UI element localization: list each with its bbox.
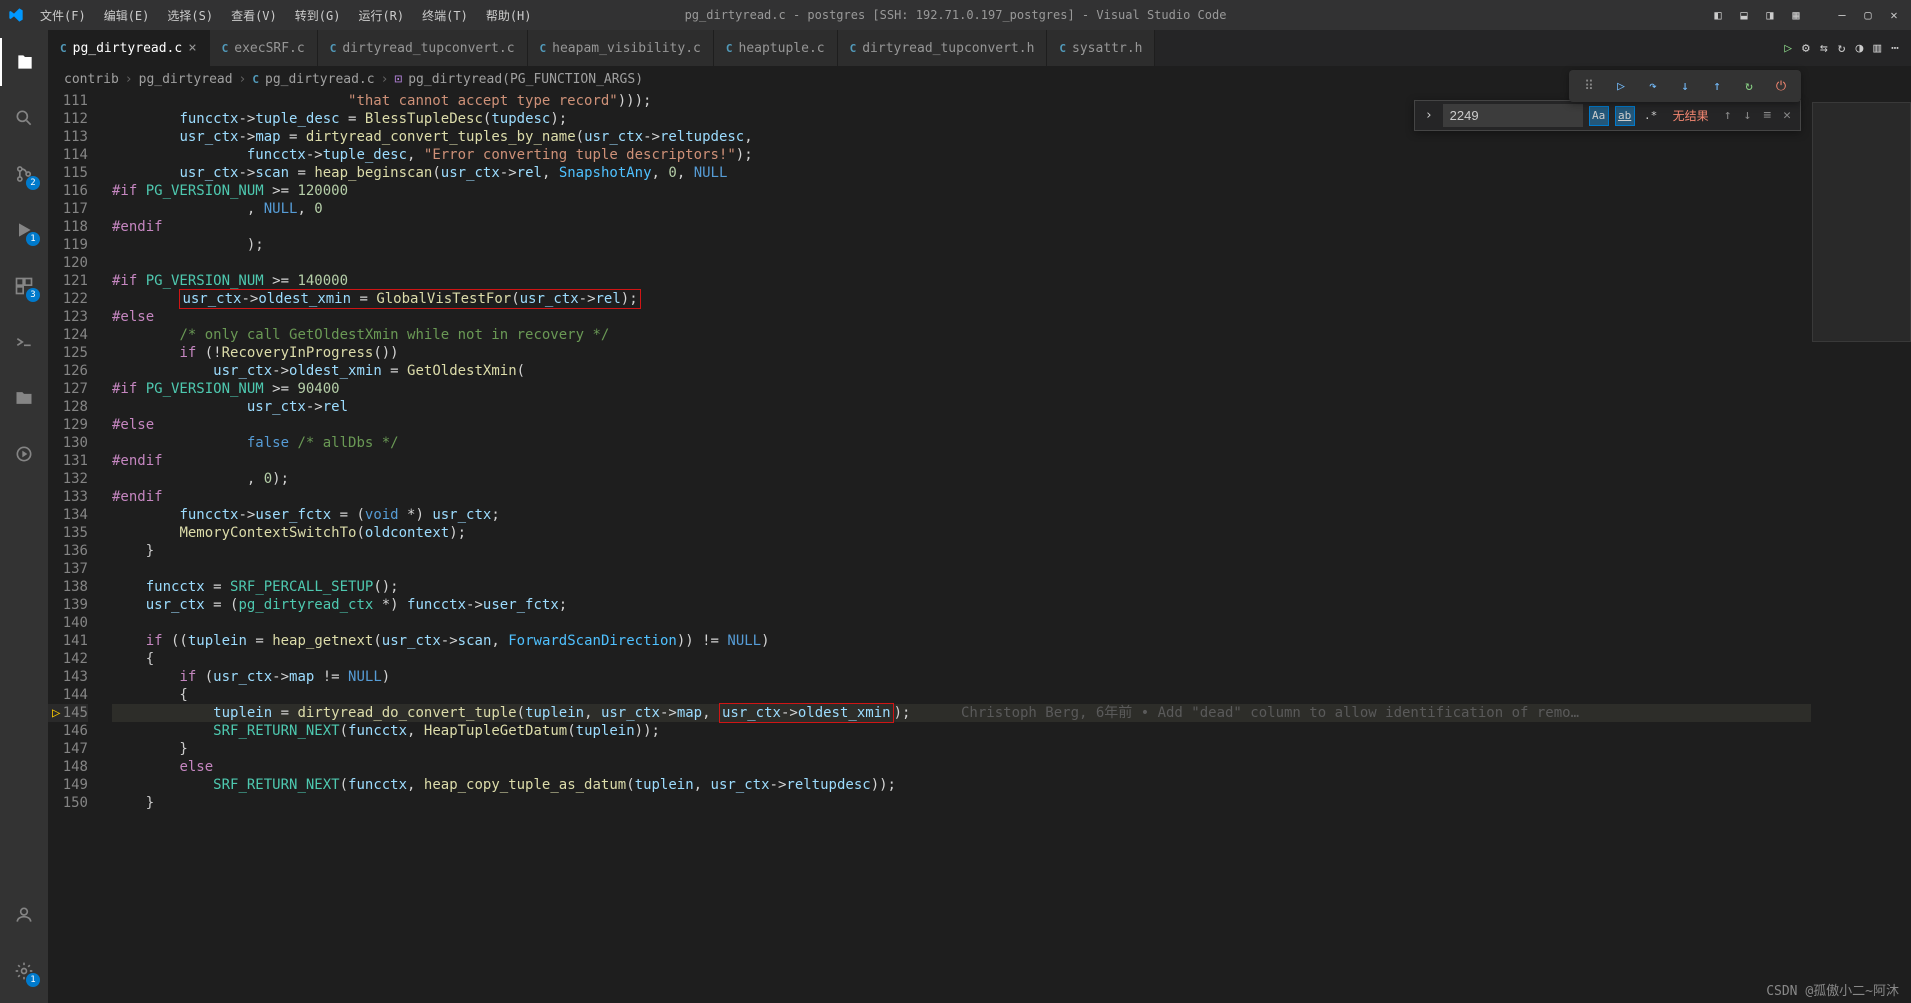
c-file-icon: C bbox=[540, 42, 547, 55]
breadcrumb-symbol[interactable]: pg_dirtyread(PG_FUNCTION_ARGS) bbox=[408, 72, 643, 87]
title-bar: 文件(F)编辑(E)选择(S)查看(V)转到(G)运行(R)终端(T)帮助(H)… bbox=[0, 0, 1911, 30]
editor-tab[interactable]: Cdirtyread_tupconvert.h bbox=[838, 30, 1048, 66]
c-file-icon: C bbox=[222, 42, 229, 55]
next-match-icon[interactable]: ↓ bbox=[1741, 108, 1755, 123]
step-over-icon[interactable]: ↷ bbox=[1641, 74, 1665, 98]
find-in-selection-icon[interactable]: ≡ bbox=[1760, 108, 1774, 123]
extensions-icon[interactable]: 3 bbox=[0, 262, 48, 310]
editor-tab[interactable]: Cpg_dirtyread.c × bbox=[48, 30, 210, 66]
more-actions-icon[interactable]: ⋯ bbox=[1891, 41, 1899, 56]
menu-bar: 文件(F)编辑(E)选择(S)查看(V)转到(G)运行(R)终端(T)帮助(H) bbox=[32, 3, 540, 28]
match-case-toggle[interactable]: Aa bbox=[1589, 106, 1609, 126]
step-into-icon[interactable]: ↓ bbox=[1673, 74, 1697, 98]
c-file-icon: C bbox=[726, 42, 733, 55]
panel-bottom-icon[interactable]: ⬓ bbox=[1735, 6, 1753, 24]
menu-item[interactable]: 帮助(H) bbox=[478, 3, 540, 28]
find-widget[interactable]: › Aa ab .* 无结果 ↑ ↓ ≡ ✕ bbox=[1414, 100, 1801, 131]
tab-label: dirtyread_tupconvert.c bbox=[342, 41, 514, 56]
editor-tab[interactable]: Cdirtyread_tupconvert.c bbox=[318, 30, 528, 66]
layout-controls: ◧ ⬓ ◨ ▦ — ▢ ✕ bbox=[1709, 6, 1903, 24]
watermark: CSDN @孤傲小二~阿沐 bbox=[1766, 980, 1899, 999]
panel-right-icon[interactable]: ◨ bbox=[1761, 6, 1779, 24]
breadcrumb-part[interactable]: contrib bbox=[64, 72, 119, 87]
c-file-icon: C bbox=[1059, 42, 1066, 55]
continue-icon[interactable]: ▷ bbox=[1609, 74, 1633, 98]
search-icon[interactable] bbox=[0, 94, 48, 142]
close-find-icon[interactable]: ✕ bbox=[1780, 108, 1794, 123]
tab-label: dirtyread_tupconvert.h bbox=[862, 41, 1034, 56]
c-file-icon: C bbox=[850, 42, 857, 55]
split-editor-icon[interactable]: ▥ bbox=[1873, 41, 1881, 56]
panel-left-icon[interactable]: ◧ bbox=[1709, 6, 1727, 24]
tab-label: heaptuple.c bbox=[739, 41, 825, 56]
c-file-icon: C bbox=[60, 42, 67, 55]
settings-gear-icon[interactable]: 1 bbox=[0, 947, 48, 995]
regex-toggle[interactable]: .* bbox=[1641, 106, 1661, 126]
settings-badge: 1 bbox=[26, 973, 40, 987]
ext-badge: 3 bbox=[26, 288, 40, 302]
menu-item[interactable]: 查看(V) bbox=[223, 3, 285, 28]
c-file-icon: C bbox=[252, 73, 259, 86]
prev-match-icon[interactable]: ↑ bbox=[1721, 108, 1735, 123]
c-file-icon: C bbox=[330, 42, 337, 55]
close-tab-icon[interactable]: × bbox=[188, 40, 196, 56]
testing-icon[interactable] bbox=[0, 430, 48, 478]
menu-item[interactable]: 文件(F) bbox=[32, 3, 94, 28]
accounts-icon[interactable] bbox=[0, 891, 48, 939]
maximize-button[interactable]: ▢ bbox=[1859, 6, 1877, 24]
chevron-right-icon: › bbox=[125, 72, 133, 87]
debug-badge: 1 bbox=[26, 232, 40, 246]
run-debug-icon[interactable]: 1 bbox=[0, 206, 48, 254]
activity-bar: 2 1 3 1 bbox=[0, 30, 48, 1003]
menu-item[interactable]: 选择(S) bbox=[159, 3, 221, 28]
tab-label: heapam_visibility.c bbox=[552, 41, 701, 56]
run-start-icon[interactable]: ▷ bbox=[1784, 41, 1792, 56]
line-number-gutter[interactable]: 1111121131141151161171181191201211221231… bbox=[48, 92, 104, 1003]
editor-tab[interactable]: Cheaptuple.c bbox=[714, 30, 838, 66]
menu-item[interactable]: 运行(R) bbox=[350, 3, 412, 28]
vscode-logo-icon bbox=[8, 7, 24, 23]
step-out-icon[interactable]: ↑ bbox=[1705, 74, 1729, 98]
editor-tab[interactable]: Cheapam_visibility.c bbox=[528, 30, 714, 66]
source-control-icon[interactable]: 2 bbox=[0, 150, 48, 198]
minimap[interactable] bbox=[1811, 92, 1911, 1003]
tab-label: pg_dirtyread.c bbox=[73, 41, 183, 56]
disconnect-icon[interactable]: ⏻ bbox=[1769, 74, 1793, 98]
editor-tab[interactable]: CexecSRF.c bbox=[210, 30, 318, 66]
tab-label: sysattr.h bbox=[1072, 41, 1142, 56]
chevron-right-icon: › bbox=[381, 72, 389, 87]
chevron-right-icon: › bbox=[239, 72, 247, 87]
scm-badge: 2 bbox=[26, 176, 40, 190]
layout-icon[interactable]: ▦ bbox=[1787, 6, 1805, 24]
remote-icon[interactable] bbox=[0, 318, 48, 366]
restart-icon[interactable]: ↻ bbox=[1737, 74, 1761, 98]
menu-item[interactable]: 编辑(E) bbox=[96, 3, 158, 28]
history-icon[interactable]: ↻ bbox=[1838, 41, 1846, 56]
close-window-button[interactable]: ✕ bbox=[1885, 6, 1903, 24]
editor-tabs: Cpg_dirtyread.c×CexecSRF.cCdirtyread_tup… bbox=[48, 30, 1911, 66]
menu-item[interactable]: 转到(G) bbox=[287, 3, 349, 28]
drag-handle-icon[interactable]: ⠿ bbox=[1577, 74, 1601, 98]
code-editor[interactable]: "that cannot accept type record"))); fun… bbox=[104, 92, 1811, 1003]
editor-tab[interactable]: Csysattr.h bbox=[1047, 30, 1155, 66]
diff-icon[interactable]: ◑ bbox=[1856, 41, 1864, 56]
find-results: 无结果 bbox=[1667, 107, 1715, 124]
whole-word-toggle[interactable]: ab bbox=[1615, 106, 1635, 126]
minimize-button[interactable]: — bbox=[1833, 6, 1851, 24]
tab-label: execSRF.c bbox=[234, 41, 304, 56]
explorer-icon[interactable] bbox=[0, 38, 48, 86]
breadcrumb-part[interactable]: pg_dirtyread bbox=[139, 72, 233, 87]
menu-item[interactable]: 终端(T) bbox=[414, 3, 476, 28]
breadcrumb-file[interactable]: pg_dirtyread.c bbox=[265, 72, 375, 87]
function-icon: ⊡ bbox=[394, 72, 402, 87]
folder-icon[interactable] bbox=[0, 374, 48, 422]
debug-toolbar[interactable]: ⠿ ▷ ↷ ↓ ↑ ↻ ⏻ bbox=[1569, 70, 1801, 102]
compare-icon[interactable]: ⇆ bbox=[1820, 41, 1828, 56]
find-input[interactable] bbox=[1443, 104, 1583, 127]
expand-find-icon[interactable]: › bbox=[1421, 108, 1437, 123]
window-title: pg_dirtyread.c - postgres [SSH: 192.71.0… bbox=[685, 8, 1227, 22]
settings-icon[interactable]: ⚙ bbox=[1802, 41, 1810, 56]
